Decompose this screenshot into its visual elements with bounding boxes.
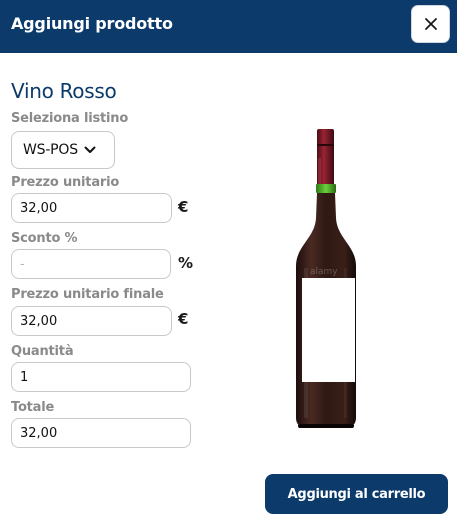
sconto-percent-unit: % <box>178 254 194 272</box>
quantita-label: Quantità <box>11 344 74 359</box>
listino-select[interactable]: WS-POS <box>11 131 115 169</box>
prezzo-finale-label: Prezzo unitario finale <box>11 287 164 302</box>
prezzo-unitario-currency: € <box>178 198 189 216</box>
prezzo-unitario-label: Prezzo unitario <box>11 175 120 190</box>
product-name: Vino Rosso <box>11 79 117 103</box>
chevron-down-icon <box>84 146 96 154</box>
prezzo-unitario-input[interactable] <box>11 193 172 223</box>
listino-selected-value: WS-POS <box>23 142 78 158</box>
quantita-input[interactable] <box>11 362 191 392</box>
sconto-label: Sconto % <box>11 231 78 246</box>
sconto-input[interactable] <box>11 249 171 279</box>
modal-title: Aggiungi prodotto <box>11 14 173 33</box>
prezzo-finale-input[interactable] <box>11 306 172 336</box>
prezzo-finale-currency: € <box>178 310 189 328</box>
close-icon <box>424 18 437 30</box>
image-watermark: alamy <box>310 267 338 277</box>
listino-label: Seleziona listino <box>11 111 129 126</box>
close-button[interactable] <box>411 5 450 43</box>
product-image: alamy <box>282 118 382 438</box>
add-to-cart-button[interactable]: Aggiungi al carrello <box>265 474 448 514</box>
modal-header: Aggiungi prodotto <box>0 0 457 53</box>
totale-input[interactable] <box>11 418 191 448</box>
totale-label: Totale <box>11 400 55 415</box>
